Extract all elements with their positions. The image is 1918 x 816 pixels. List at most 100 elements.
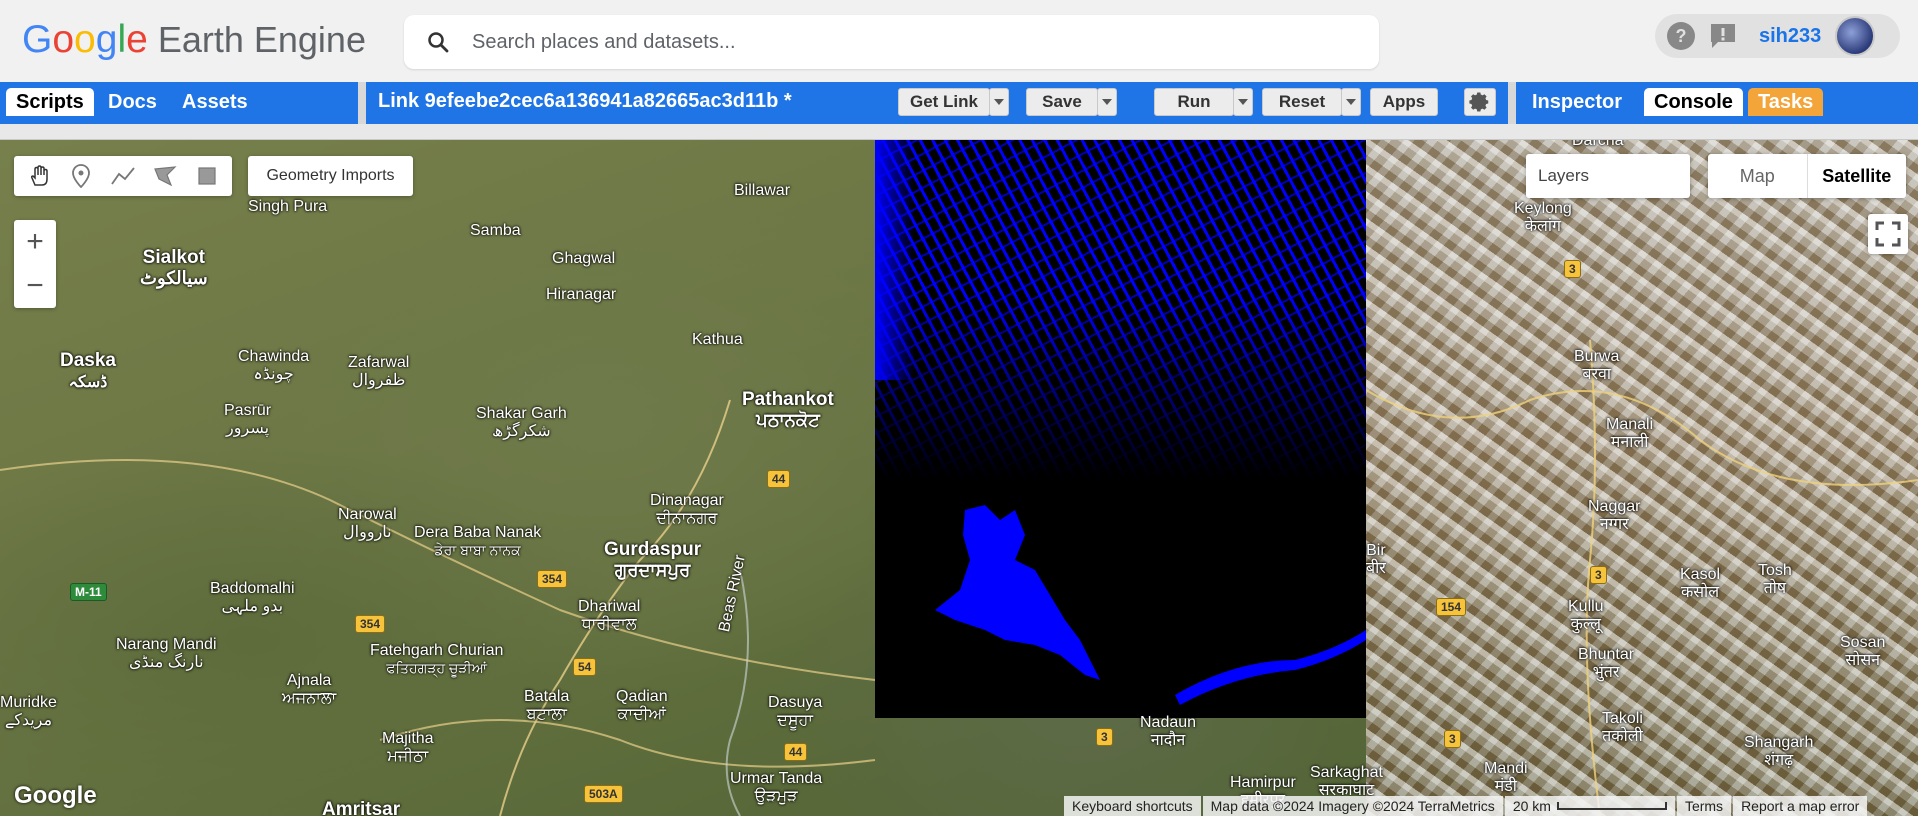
map-type-toggle: Map Satellite <box>1708 154 1906 198</box>
map-type-map-button[interactable]: Map <box>1708 154 1807 198</box>
apps-button[interactable]: Apps <box>1370 88 1438 116</box>
zoom-control: + − <box>14 220 56 308</box>
collapsed-panels-strip[interactable] <box>0 124 1918 140</box>
draw-polygon-icon[interactable] <box>144 156 186 196</box>
avatar[interactable] <box>1835 16 1876 56</box>
header: Google Earth Engine ? sih233 <box>0 0 1918 82</box>
map-type-satellite-button[interactable]: Satellite <box>1806 154 1907 198</box>
zoom-in-button[interactable]: + <box>14 220 56 264</box>
highway-shield: 354 <box>355 615 386 633</box>
pan-hand-icon[interactable] <box>18 156 60 196</box>
place-label: Bhuntar भुंतर <box>1578 646 1635 681</box>
drawing-tools <box>14 156 232 196</box>
reservoir-shape <box>935 505 1100 680</box>
highway-shield: 3 <box>1096 728 1113 746</box>
place-label: Sosan सोसन <box>1840 634 1886 669</box>
chevron-down-icon <box>994 99 1004 105</box>
place-label: Kullu कुल्लू <box>1568 598 1604 633</box>
chevron-down-icon <box>1238 99 1248 105</box>
google-watermark: Google <box>14 782 97 809</box>
place-label: Manali मनाली <box>1606 416 1654 451</box>
highway-shield: 154 <box>1436 598 1467 616</box>
scale-bar[interactable]: 20 km <box>1504 796 1675 816</box>
place-label: Singh Pura <box>248 198 328 215</box>
svg-text:?: ? <box>1676 26 1687 46</box>
place-label: Daska ڈسکہ <box>60 350 116 391</box>
report-map-error-link[interactable]: Report a map error <box>1733 796 1868 816</box>
place-label: Shangarh शंगढ़ <box>1744 734 1814 769</box>
logo-letter: e <box>126 18 148 61</box>
script-title: Link 9efeebe2cec6a136941a82665ac3d11b * <box>378 90 792 112</box>
right-panel-tabs: Inspector Console Tasks <box>1516 82 1918 124</box>
place-label: Narowal نارووال <box>338 506 397 541</box>
highway-shield: 44 <box>767 470 791 488</box>
place-label: Pathankot ਪਠਾਨਕੋਟ <box>742 389 834 430</box>
place-label: Dasuya ਦਸੂਹਾ <box>768 694 823 729</box>
get-link-dropdown[interactable] <box>989 88 1009 116</box>
place-label: Qadian ਕਾਦੀਆਂ <box>616 688 668 723</box>
map-canvas[interactable]: Sialkot سیالکوٹ Daska ڈسکہ Pathankot ਪਠਾਨਕੋ… <box>0 140 1918 816</box>
settings-gear-icon[interactable] <box>1464 88 1496 116</box>
highway-shield: 3 <box>1564 260 1581 278</box>
panel-divider[interactable] <box>358 82 366 124</box>
place-label: Kasol कसोल <box>1680 566 1721 601</box>
feedback-icon[interactable] <box>1707 20 1739 52</box>
place-label: Baddomalhi بدو ملہی <box>210 580 295 615</box>
panel-divider[interactable] <box>1508 82 1516 124</box>
highway-shield: 503A <box>584 785 623 803</box>
place-label: Gurdaspur ਗੁਰਦਾਸਪੁਰ <box>604 539 702 580</box>
place-label: Urmar Tanda ਉੜਮੁੜ <box>730 770 823 805</box>
reset-dropdown[interactable] <box>1341 88 1361 116</box>
earth-engine-logo[interactable]: Google Earth Engine <box>22 18 366 62</box>
get-link-button[interactable]: Get Link <box>898 88 990 116</box>
place-label: Keylong केलांग <box>1514 200 1572 235</box>
geometry-imports-button[interactable]: Geometry Imports <box>248 156 413 196</box>
place-label: Muridke مریدکے <box>0 694 57 729</box>
place-label: Nadaun नादौन <box>1140 714 1197 749</box>
terms-link[interactable]: Terms <box>1676 796 1732 816</box>
help-icon[interactable]: ? <box>1665 20 1697 52</box>
place-label: Sialkot سیالکوٹ <box>140 247 208 288</box>
user-name[interactable]: sih233 <box>1759 25 1821 48</box>
place-label: Naggar नग्गर <box>1588 498 1641 533</box>
place-label: Dhariwal ਧਾਰੀਵਾਲ <box>578 598 641 633</box>
logo-letter: o <box>74 18 96 61</box>
tab-inspector[interactable]: Inspector <box>1522 88 1632 116</box>
place-label: Pasrūr پسرور <box>224 402 272 437</box>
layers-button[interactable]: Layers <box>1526 154 1690 198</box>
place-label: Billawar <box>734 182 791 199</box>
keyboard-shortcuts-link[interactable]: Keyboard shortcuts <box>1064 796 1201 816</box>
run-button[interactable]: Run <box>1154 88 1234 116</box>
tab-tasks[interactable]: Tasks <box>1748 88 1824 116</box>
place-label: Amritsar <box>322 799 401 816</box>
draw-line-icon[interactable] <box>102 156 144 196</box>
tab-assets[interactable]: Assets <box>172 88 258 116</box>
save-button[interactable]: Save <box>1026 88 1098 116</box>
tab-console[interactable]: Console <box>1644 88 1743 116</box>
chevron-down-icon <box>1346 99 1356 105</box>
scale-line <box>1556 802 1667 810</box>
logo-letter: g <box>95 18 118 61</box>
fullscreen-icon[interactable] <box>1868 214 1908 254</box>
tab-scripts[interactable]: Scripts <box>6 88 94 116</box>
save-dropdown[interactable] <box>1097 88 1117 116</box>
classification-overlay <box>875 140 1366 718</box>
add-marker-icon[interactable] <box>60 156 102 196</box>
place-label: Tosh तोष <box>1758 562 1792 597</box>
user-area: ? sih233 <box>1655 14 1900 58</box>
place-label: Darcha <box>1572 140 1624 149</box>
map-data-attribution: Map data ©2024 Imagery ©2024 TerraMetric… <box>1202 796 1503 816</box>
logo-letter: l <box>117 18 127 61</box>
chevron-down-icon <box>1102 99 1112 105</box>
tab-docs[interactable]: Docs <box>98 88 167 116</box>
highway-shield: 354 <box>537 570 568 588</box>
search-icon[interactable] <box>426 30 450 54</box>
place-label: Ghagwal <box>552 250 616 267</box>
reset-button[interactable]: Reset <box>1262 88 1342 116</box>
place-label: Shakar Garh شکرگڑھ <box>476 405 567 440</box>
zoom-out-button[interactable]: − <box>14 264 56 308</box>
place-label: Chawinda چونڈہ <box>238 348 310 383</box>
run-dropdown[interactable] <box>1233 88 1253 116</box>
search-input[interactable] <box>472 30 1352 54</box>
draw-rectangle-icon[interactable] <box>186 156 228 196</box>
